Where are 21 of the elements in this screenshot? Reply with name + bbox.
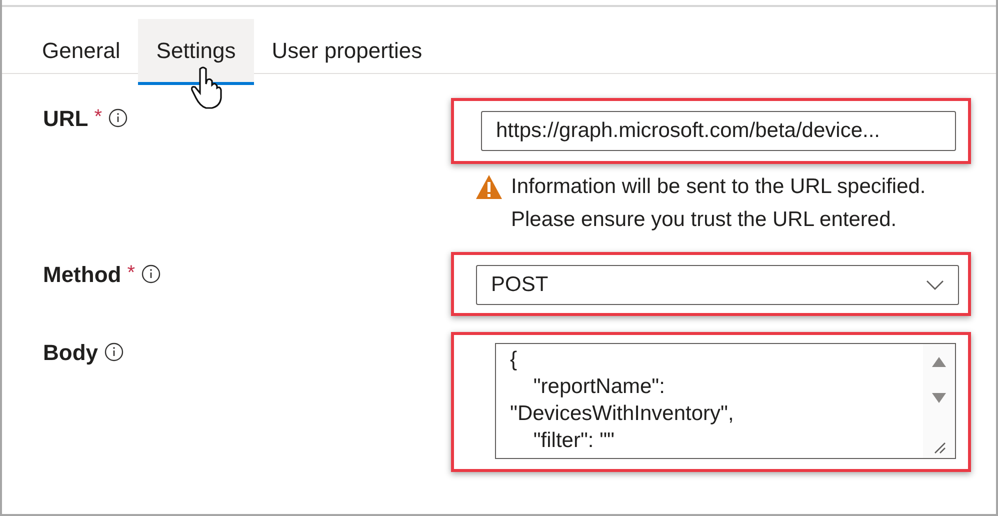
field-label: Method	[43, 262, 122, 288]
body-field[interactable]: { "reportName": "DevicesWithInventory", "filter": ""	[495, 343, 956, 459]
scroll-up-icon[interactable]	[931, 356, 947, 368]
required-mark: *	[127, 262, 135, 285]
tab[interactable]: User properties	[254, 19, 440, 85]
tab[interactable]: Settings	[138, 19, 254, 85]
field-label: URL	[43, 106, 88, 132]
method-dropdown[interactable]: POST	[476, 265, 959, 305]
warning-message: Information will be sent to the URL specified. Please ensure you trust the URL entered.	[511, 174, 927, 233]
info-icon[interactable]	[104, 342, 124, 362]
warning-icon	[475, 174, 503, 200]
field-label: Body	[43, 340, 98, 366]
chevron-down-icon	[926, 280, 944, 290]
url-field[interactable]: https://graph.microsoft.com/beta/device...	[481, 111, 956, 151]
hand-cursor-icon	[190, 66, 224, 110]
required-mark: *	[94, 106, 102, 129]
resize-grip-icon[interactable]	[932, 440, 946, 454]
info-icon[interactable]	[141, 264, 161, 284]
scroll-down-icon[interactable]	[931, 392, 947, 404]
info-icon[interactable]	[108, 108, 128, 128]
tab[interactable]: General	[24, 19, 138, 85]
